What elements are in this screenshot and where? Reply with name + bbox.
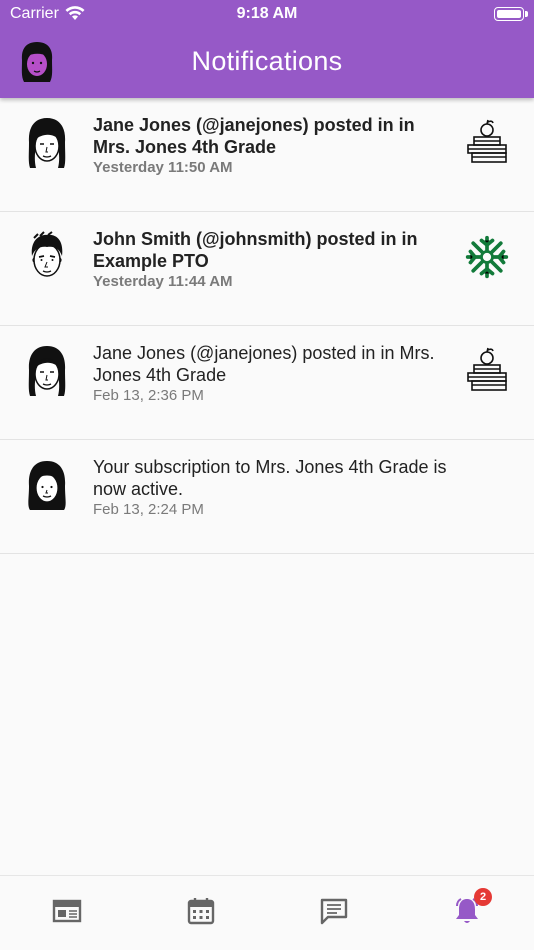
tab-notifications[interactable]: 2: [452, 888, 492, 926]
notification-message: John Smith (@johnsmith) posted in in Exa…: [93, 229, 418, 271]
status-bar: Carrier 9:18 AM: [0, 0, 534, 28]
bottom-tab-bar: 2: [0, 875, 534, 950]
books-apple-icon: [467, 347, 507, 391]
woman-short-hair-avatar: [28, 118, 66, 168]
notification-item[interactable]: Jane Jones (@janejones) posted in in Mrs…: [0, 326, 534, 440]
tab-calendar[interactable]: [186, 896, 216, 926]
man-avatar: [31, 231, 63, 277]
notification-time: Yesterday 11:50 AM: [93, 159, 233, 176]
notification-item[interactable]: Your subscription to Mrs. Jones 4th Grad…: [0, 440, 534, 554]
notification-content: Jane Jones (@janejones) posted in in Mrs…: [93, 114, 448, 178]
notification-time: Feb 13, 2:36 PM: [93, 387, 204, 404]
battery-icon: [494, 7, 528, 21]
notification-message: Jane Jones (@janejones) posted in in Mrs…: [93, 115, 415, 157]
calendar-icon: [187, 898, 215, 925]
status-time: 9:18 AM: [236, 5, 298, 22]
feed-icon: [52, 899, 82, 923]
notification-content: Your subscription to Mrs. Jones 4th Grad…: [93, 456, 448, 520]
notification-time: Feb 13, 2:24 PM: [93, 501, 204, 518]
notification-message: Your subscription to Mrs. Jones 4th Grad…: [93, 457, 447, 499]
page-title: Notifications: [191, 46, 343, 76]
notification-item[interactable]: John Smith (@johnsmith) posted in in Exa…: [0, 212, 534, 326]
notification-time: Yesterday 11:44 AM: [93, 273, 233, 290]
app-header: Carrier 9:18 AM Notifications: [0, 0, 534, 98]
notification-list: Jane Jones (@janejones) posted in in Mrs…: [0, 98, 534, 554]
notification-item[interactable]: Jane Jones (@janejones) posted in in Mrs…: [0, 98, 534, 212]
woman-short-hair-avatar: [28, 346, 66, 396]
snowflake-icon: [465, 235, 509, 279]
tab-feed[interactable]: [52, 896, 82, 926]
tab-messages[interactable]: [319, 896, 349, 926]
notification-message: Jane Jones (@janejones) posted in in Mrs…: [93, 343, 435, 385]
notification-content: Jane Jones (@janejones) posted in in Mrs…: [93, 342, 448, 406]
woman-long-hair-avatar: [28, 461, 66, 510]
notification-content: John Smith (@johnsmith) posted in in Exa…: [93, 228, 448, 292]
notification-badge: 2: [474, 888, 492, 906]
books-apple-icon: [467, 119, 507, 163]
messages-icon: [320, 898, 348, 925]
